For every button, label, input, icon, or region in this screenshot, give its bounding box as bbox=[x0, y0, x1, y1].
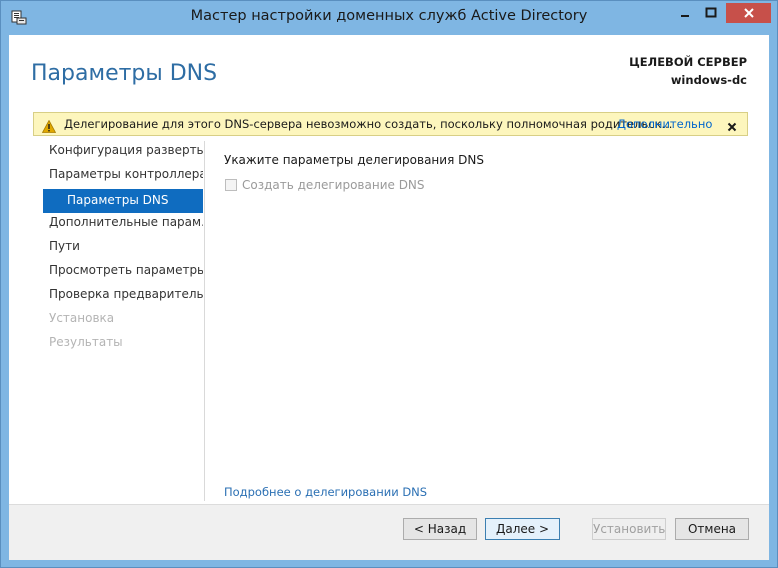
nav-item-installation: Установка bbox=[49, 311, 115, 325]
wizard-footer: < Назад Далее > Установить Отмена bbox=[9, 504, 769, 560]
nav-item-deployment-configuration[interactable]: Конфигурация разверты... bbox=[43, 141, 203, 165]
wizard-nav: Конфигурация разверты... Параметры контр… bbox=[43, 141, 203, 357]
nav-item-results: Результаты bbox=[49, 335, 123, 349]
wizard-content: Параметры DNS ЦЕЛЕВОЙ СЕРВЕР windows-dc … bbox=[9, 35, 769, 560]
title-bar[interactable]: Мастер настройки доменных служб Active D… bbox=[1, 1, 777, 35]
create-delegation-checkbox bbox=[225, 179, 237, 191]
nav-item-prerequisites-check[interactable]: Проверка предваритель... bbox=[43, 285, 203, 309]
target-server-label: ЦЕЛЕВОЙ СЕРВЕР bbox=[629, 55, 747, 69]
create-delegation-label: Создать делегирование DNS bbox=[242, 178, 425, 192]
next-button[interactable]: Далее > bbox=[485, 518, 560, 540]
more-about-delegation-link[interactable]: Подробнее о делегировании DNS bbox=[224, 485, 427, 499]
install-button: Установить bbox=[592, 518, 666, 540]
target-server-name: windows-dc bbox=[670, 73, 747, 87]
warning-banner: Делегирование для этого DNS-сервера нево… bbox=[33, 112, 748, 136]
window-title: Мастер настройки доменных служб Active D… bbox=[190, 8, 588, 24]
nav-item-additional-options[interactable]: Дополнительные парам... bbox=[43, 213, 203, 237]
maximize-button[interactable] bbox=[698, 3, 724, 23]
back-button[interactable]: < Назад bbox=[403, 518, 477, 540]
warning-text: Делегирование для этого DNS-сервера нево… bbox=[64, 117, 673, 131]
delegation-section-label: Укажите параметры делегирования DNS bbox=[224, 153, 484, 167]
close-icon[interactable] bbox=[726, 118, 738, 132]
cancel-button[interactable]: Отмена bbox=[675, 518, 749, 540]
nav-item-dns-options[interactable]: Параметры DNS bbox=[43, 189, 203, 213]
warning-icon bbox=[41, 118, 57, 133]
warning-more-link[interactable]: Дополнительно bbox=[617, 117, 712, 131]
nav-item-dc-options[interactable]: Параметры контроллера... bbox=[43, 165, 203, 189]
minimize-icon bbox=[679, 4, 691, 23]
nav-item-paths[interactable]: Пути bbox=[43, 237, 203, 261]
maximize-icon bbox=[705, 4, 717, 23]
nav-divider bbox=[204, 141, 205, 501]
close-icon bbox=[743, 4, 755, 23]
minimize-button[interactable] bbox=[672, 3, 698, 23]
page-title: Параметры DNS bbox=[31, 61, 218, 86]
nav-item-review-options[interactable]: Просмотреть параметры bbox=[43, 261, 203, 285]
wizard-window: Мастер настройки доменных служб Active D… bbox=[0, 0, 778, 568]
window-close-button[interactable] bbox=[726, 3, 771, 23]
